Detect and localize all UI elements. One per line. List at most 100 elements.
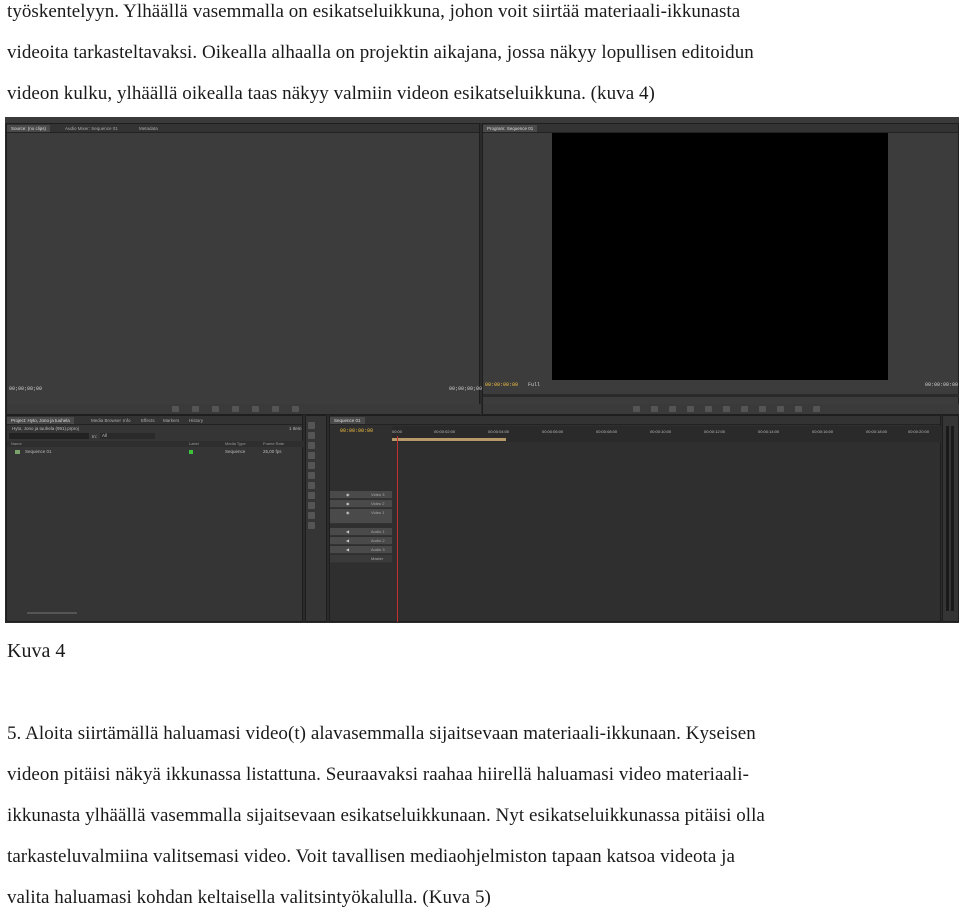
play-button[interactable]	[232, 406, 239, 412]
program-monitor: Program: Sequence 01 00:00:00:00 Full 00…	[482, 123, 959, 415]
project-file-name: Hyto, Jono ja tuuhela (991).prproj	[12, 426, 79, 431]
label-color-swatch	[189, 450, 193, 454]
ruler-tick: 00:00:16:00	[812, 429, 834, 434]
track-video-2[interactable]: ◉ Video 2	[330, 500, 392, 508]
intro-paragraph: työskentelyyn. Ylhäällä vasemmalla on es…	[7, 0, 957, 114]
col-frame-rate[interactable]: Frame Rate	[263, 441, 284, 446]
ruler-tick: 00:00:02:00	[434, 429, 456, 434]
insert-button[interactable]	[272, 406, 279, 412]
track-audio-2[interactable]: ◀ Audio 2	[330, 537, 392, 545]
lift-button[interactable]	[777, 406, 784, 412]
program-timecode-left: 00:00:00:00	[485, 382, 519, 388]
in-label: In:	[92, 434, 98, 439]
tab-sequence[interactable]: Sequence 01	[330, 417, 365, 424]
go-to-in-button[interactable]	[687, 406, 694, 412]
text-line: ikkunasta ylhäällä vasemmalla sijaitseva…	[7, 805, 765, 826]
work-area-bar[interactable]	[392, 438, 506, 441]
tools-panel	[305, 415, 327, 622]
marker-button[interactable]	[633, 406, 640, 412]
speaker-icon[interactable]: ◀	[346, 537, 349, 545]
tab-markers[interactable]: Markers	[159, 417, 183, 424]
program-scrubber[interactable]	[483, 394, 959, 397]
ruler-tick: 00:00:08:00	[596, 429, 618, 434]
source-controls	[7, 404, 481, 414]
rate-stretch-tool-icon[interactable]	[308, 462, 315, 469]
extract-button[interactable]	[795, 406, 802, 412]
tab-project[interactable]: Project: Hyto, Jono ja tuuhela	[7, 417, 74, 424]
ruler-tick: 00:00:14:00	[758, 429, 780, 434]
track-audio-1[interactable]: ◀ Audio 1	[330, 528, 392, 536]
tab-metadata[interactable]: Metadata	[135, 125, 162, 132]
program-controls	[483, 404, 959, 414]
track-label: Audio 1	[371, 529, 385, 534]
meter-left	[946, 426, 949, 611]
hand-tool-icon[interactable]	[308, 512, 315, 519]
tab-info[interactable]: Info	[119, 417, 135, 424]
timeline-tabs: Sequence 01	[330, 416, 940, 425]
mark-out-button[interactable]	[192, 406, 199, 412]
track-label: Video 3	[371, 492, 385, 497]
slide-tool-icon[interactable]	[308, 492, 315, 499]
project-search-input[interactable]	[9, 433, 89, 439]
tab-history[interactable]: History	[185, 417, 207, 424]
pen-tool-icon[interactable]	[308, 502, 315, 509]
razor-tool-icon[interactable]	[308, 472, 315, 479]
text-line: työskentelyyn. Ylhäällä vasemmalla on es…	[7, 1, 741, 22]
ripple-edit-tool-icon[interactable]	[308, 442, 315, 449]
program-fit-select[interactable]: Full	[528, 382, 540, 388]
program-tabs: Program: Sequence 01	[483, 124, 958, 133]
overwrite-button[interactable]	[292, 406, 299, 412]
col-media-type[interactable]: Media Type	[225, 441, 246, 446]
speaker-icon[interactable]: ◀	[346, 546, 349, 554]
tab-effects[interactable]: Effects	[137, 417, 159, 424]
zoom-tool-icon[interactable]	[308, 522, 315, 529]
eye-icon[interactable]: ◉	[346, 500, 350, 508]
ruler-tick: 00:00:04:00	[488, 429, 510, 434]
item-media-type: Sequence	[225, 449, 246, 454]
tab-source[interactable]: Source: (no clips)	[7, 125, 51, 132]
step-back-button[interactable]	[212, 406, 219, 412]
step-forward-button[interactable]	[252, 406, 259, 412]
track-label: Audio 3	[371, 547, 385, 552]
selection-tool-icon[interactable]	[308, 422, 315, 429]
editor-screenshot: Source: (no clips) Audio Mixer: Sequence…	[5, 117, 959, 623]
list-item[interactable]: Sequence 01 Sequence 25,00 fps	[7, 448, 304, 456]
ruler-tick: 00:00:10:00	[650, 429, 672, 434]
zoom-slider[interactable]	[27, 612, 77, 614]
eye-icon[interactable]: ◉	[346, 509, 350, 517]
track-label: Master	[371, 556, 384, 561]
col-label[interactable]: Label	[189, 441, 199, 446]
mark-in-button[interactable]	[651, 406, 658, 412]
track-label: Video 2	[371, 501, 385, 506]
export-frame-button[interactable]	[813, 406, 820, 412]
track-select-tool-icon[interactable]	[308, 432, 315, 439]
track-audio-3[interactable]: ◀ Audio 3	[330, 546, 392, 554]
slip-tool-icon[interactable]	[308, 482, 315, 489]
sequence-icon	[15, 450, 20, 454]
play-button[interactable]	[723, 406, 730, 412]
rolling-edit-tool-icon[interactable]	[308, 452, 315, 459]
text-line: videon kulku, ylhäällä oikealla taas näk…	[7, 83, 655, 104]
track-video-3[interactable]: ◉ Video 3	[330, 491, 392, 499]
track-video-1[interactable]: ◉ Video 1	[330, 509, 392, 524]
item-frame-rate: 25,00 fps	[263, 449, 282, 454]
track-master[interactable]: Master	[330, 555, 392, 563]
tab-program[interactable]: Program: Sequence 01	[483, 125, 538, 132]
go-to-out-button[interactable]	[759, 406, 766, 412]
speaker-icon[interactable]: ◀	[346, 528, 349, 536]
text-line: tarkasteluvalmiina valitsemasi video. Vo…	[7, 846, 735, 867]
ruler-tick: 00:00	[392, 429, 403, 434]
mark-out-button[interactable]	[669, 406, 676, 412]
timeline-ruler[interactable]: 00:00 00:00:02:00 00:00:04:00 00:00:06:0…	[392, 426, 942, 442]
col-name[interactable]: Name	[11, 441, 22, 446]
eye-icon[interactable]: ◉	[346, 491, 350, 499]
mark-in-button[interactable]	[172, 406, 179, 412]
column-header: Name Label Media Type Frame Rate	[7, 441, 304, 447]
step-back-button[interactable]	[705, 406, 712, 412]
text-line: valita haluamasi kohdan keltaisella vali…	[7, 887, 491, 908]
in-select[interactable]: All	[100, 433, 155, 439]
tab-audio-mixer[interactable]: Audio Mixer: Sequence 01	[61, 125, 122, 132]
step-forward-button[interactable]	[741, 406, 748, 412]
playhead[interactable]	[397, 436, 398, 622]
ruler-tick: 00:00:12:00	[704, 429, 726, 434]
